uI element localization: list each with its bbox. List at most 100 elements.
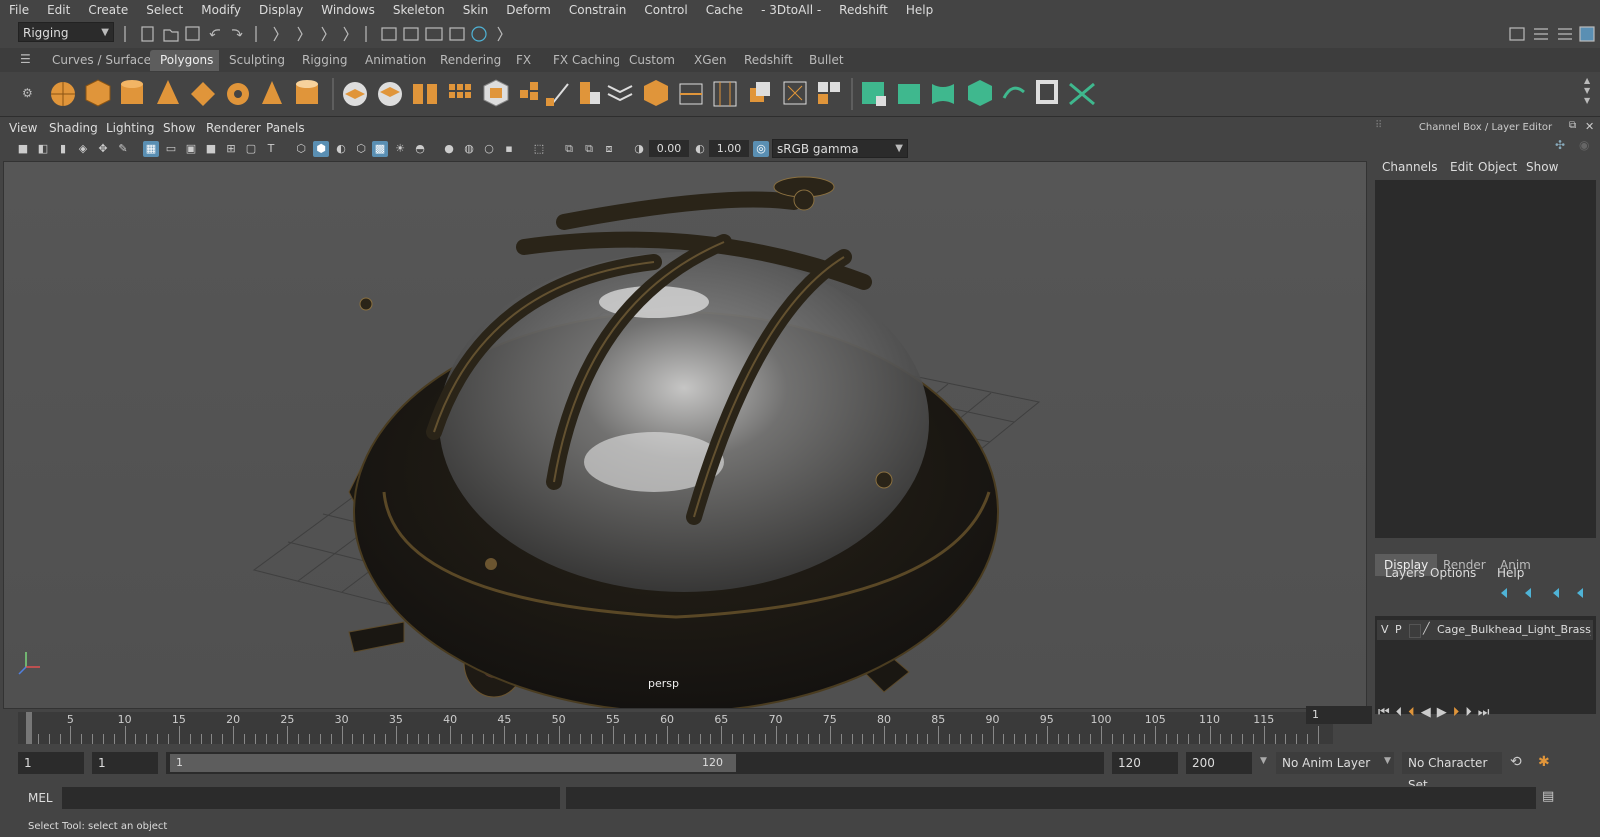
menu-item-skin[interactable]: Skin — [454, 3, 498, 17]
shelf-tool-icons[interactable] — [0, 72, 1600, 116]
go-to-end-icon[interactable]: ⏭ — [1478, 705, 1496, 720]
color-management-icon[interactable]: ◎ — [753, 141, 769, 157]
play-backward-icon[interactable]: ◀ — [1421, 705, 1437, 720]
animation-start-field[interactable]: 1 — [18, 752, 84, 774]
select-camera-icon[interactable]: ■ — [15, 141, 31, 157]
grid-icon[interactable]: ▦ — [143, 141, 159, 157]
menu-item-windows[interactable]: Windows — [312, 3, 384, 17]
layer-color-swatch[interactable] — [1409, 624, 1421, 638]
layer-playback-toggle[interactable]: P — [1395, 623, 1402, 636]
viewport-menu-view[interactable]: View — [9, 121, 37, 135]
chevron-down-icon[interactable]: ▼ — [1260, 756, 1267, 766]
resolution-gate-icon[interactable]: ▣ — [183, 141, 199, 157]
layer-visibility-toggle[interactable]: V — [1381, 623, 1389, 636]
menu-item-control[interactable]: Control — [635, 3, 696, 17]
menu-item-select[interactable]: Select — [137, 3, 192, 17]
textured-icon[interactable]: ▩ — [372, 141, 388, 157]
viewport-menu-lighting[interactable]: Lighting — [106, 121, 155, 135]
animation-preferences-icon[interactable]: ✱ — [1538, 754, 1550, 770]
manipulator-icon[interactable]: ◉ — [1579, 138, 1589, 152]
chevron-down-icon[interactable]: ▼ — [1384, 756, 1391, 766]
gamma-field[interactable]: 1.00 — [709, 140, 749, 157]
shelf-tab-curves-surfaces[interactable]: Curves / Surfaces — [42, 50, 168, 71]
menu-item-deform[interactable]: Deform — [497, 3, 560, 17]
step-back-icon[interactable]: ⏴ — [1396, 705, 1409, 720]
bookmark-icon[interactable]: ▮ — [55, 141, 71, 157]
channel-menu-edit[interactable]: Edit — [1450, 160, 1473, 174]
menuset-dropdown[interactable]: Rigging ▼ — [18, 22, 114, 42]
playback-end-field[interactable]: 120 — [1112, 752, 1178, 774]
wireframe-on-shaded-icon[interactable]: ⬡ — [353, 141, 369, 157]
display-layer-row[interactable]: V P ╱ Cage_Bulkhead_Light_Brass_wi — [1377, 620, 1593, 640]
animation-end-field[interactable]: 200 — [1186, 752, 1252, 774]
float-panel-icon[interactable]: ⧉ — [1569, 120, 1576, 131]
shelf-tab-bullet[interactable]: Bullet — [799, 50, 854, 71]
xray-joints-icon[interactable]: ⧉ — [581, 141, 597, 157]
film-gate-icon[interactable]: ▭ — [163, 141, 179, 157]
script-editor-icon[interactable]: ▤ — [1542, 789, 1554, 804]
shelf-tab-rendering[interactable]: Rendering — [430, 50, 512, 71]
menu-item-modify[interactable]: Modify — [192, 3, 250, 17]
xray-components-icon[interactable]: ⧈ — [601, 141, 617, 157]
menu-item-constrain[interactable]: Constrain — [560, 3, 636, 17]
color-space-dropdown[interactable]: sRGB gamma ▼ — [772, 139, 908, 158]
status-line-icons[interactable] — [122, 24, 522, 44]
channel-menu-show[interactable]: Show — [1526, 160, 1558, 174]
default-material-icon[interactable]: ◐ — [333, 141, 349, 157]
grease-pencil-icon[interactable]: ✎ — [115, 141, 131, 157]
layer-menu-options[interactable]: Options — [1430, 566, 1476, 580]
shelf-tab-fx-caching[interactable]: FX Caching — [543, 50, 631, 71]
current-frame-field[interactable]: 1 — [1306, 706, 1372, 724]
wireframe-icon[interactable]: ⬡ — [293, 141, 309, 157]
anti-aliasing-icon[interactable]: ○ — [481, 141, 497, 157]
layer-menu-layers[interactable]: Layers — [1385, 566, 1425, 580]
command-language-label[interactable]: MEL — [28, 791, 53, 805]
layer-list[interactable]: V P ╱ Cage_Bulkhead_Light_Brass_wi — [1375, 616, 1596, 714]
xray-icon[interactable]: ⧉ — [561, 141, 577, 157]
shelf-tab-fx[interactable]: FX — [506, 50, 542, 71]
depth-of-field-icon[interactable]: ▪ — [501, 141, 517, 157]
shelf-menu-icon[interactable]: ☰ — [20, 52, 31, 66]
menu-item-help[interactable]: Help — [897, 3, 942, 17]
menu-item-skeleton[interactable]: Skeleton — [384, 3, 454, 17]
channel-menu-object[interactable]: Object — [1478, 160, 1517, 174]
channels-list[interactable] — [1375, 180, 1596, 538]
shadows-icon[interactable]: ◓ — [412, 141, 428, 157]
shelf-tab-sculpting[interactable]: Sculpting — [219, 50, 296, 71]
layer-action-icons[interactable] — [1497, 584, 1597, 602]
gate-mask-icon[interactable]: ■ — [203, 141, 219, 157]
viewport-menu-show[interactable]: Show — [163, 121, 195, 135]
two-d-pan-icon[interactable]: ✥ — [95, 141, 111, 157]
shelf-scroll[interactable]: ▲ ▼ ▼ — [1584, 76, 1590, 106]
shelf-tab-redshift[interactable]: Redshift — [734, 50, 803, 71]
ambient-occlusion-icon[interactable]: ● — [441, 141, 457, 157]
isolate-select-icon[interactable]: ⬚ — [531, 141, 547, 157]
command-input[interactable] — [62, 787, 560, 809]
menu-item-edit[interactable]: Edit — [38, 3, 79, 17]
safe-title-icon[interactable]: T — [263, 141, 279, 157]
current-time-indicator[interactable] — [26, 712, 32, 744]
shelf-tab-custom[interactable]: Custom — [619, 50, 685, 71]
range-slider[interactable]: 1 120 — [166, 752, 1104, 774]
step-forward-icon[interactable]: ⏵ — [1465, 705, 1478, 720]
viewport-menu-renderer[interactable]: Renderer — [206, 121, 261, 135]
menu-item-cache[interactable]: Cache — [697, 3, 752, 17]
viewport-menu-panels[interactable]: Panels — [266, 121, 305, 135]
smooth-shade-icon[interactable]: ⬢ — [313, 141, 329, 157]
range-slider-handle[interactable] — [170, 754, 736, 772]
perspective-viewport[interactable]: persp — [3, 161, 1367, 709]
image-plane-icon[interactable]: ◈ — [75, 141, 91, 157]
step-back-key-icon[interactable]: ⏴ — [1408, 705, 1421, 720]
menu-item-3dtoall[interactable]: - 3DtoAll - — [752, 3, 830, 17]
safe-action-icon[interactable]: ▢ — [243, 141, 259, 157]
channel-menu-channels[interactable]: Channels — [1382, 160, 1438, 174]
motion-blur-icon[interactable]: ◍ — [461, 141, 477, 157]
field-chart-icon[interactable]: ⊞ — [223, 141, 239, 157]
go-to-start-icon[interactable]: ⏮ — [1378, 705, 1396, 720]
menu-item-redshift[interactable]: Redshift — [830, 3, 897, 17]
lights-icon[interactable]: ☀ — [392, 141, 408, 157]
exposure-field[interactable]: 0.00 — [649, 140, 689, 157]
shelf-tab-rigging[interactable]: Rigging — [292, 50, 358, 71]
step-forward-key-icon[interactable]: ⏵ — [1453, 705, 1466, 720]
close-icon[interactable]: ✕ — [1585, 120, 1594, 133]
